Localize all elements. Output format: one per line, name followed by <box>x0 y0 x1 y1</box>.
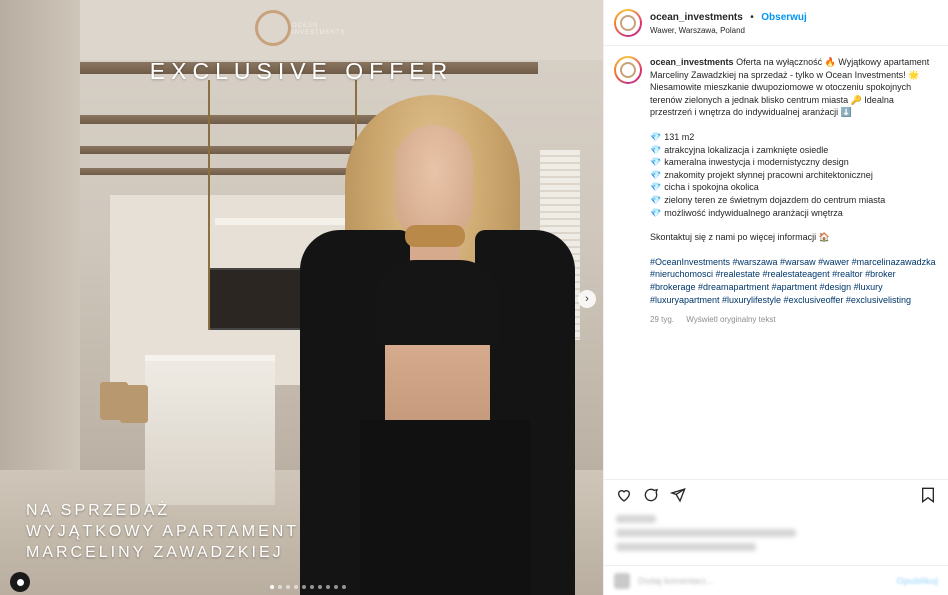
feature-item: 💎 możliwość indywidualnego aranżacji wnęt… <box>650 207 843 218</box>
midriff <box>385 345 490 425</box>
feature-list: 💎 131 m2 💎 atrakcyjna lokalizacja i zamknię… <box>650 131 938 219</box>
carousel-dot <box>286 585 290 589</box>
overlay-line: MARCELINY ZAWADZKIEJ <box>26 544 284 561</box>
separator-dot: • <box>750 11 754 23</box>
username-link[interactable]: ocean_investments <box>650 12 743 23</box>
feature-item: 💎 kameralna inwestycja i modernistyczny d… <box>650 157 849 168</box>
diamond-icon: 💎 <box>650 207 662 218</box>
comment-icon[interactable] <box>643 487 659 503</box>
scene-kitchen-island <box>145 355 275 505</box>
post-header: ocean_investments • Obserwuj Wawer, Wars… <box>604 0 948 46</box>
carousel-dot <box>278 585 282 589</box>
bookmark-icon[interactable] <box>920 487 936 503</box>
caption-intro: ocean_investments Oferta na wyłączność 🔥… <box>650 56 938 119</box>
avatar[interactable] <box>614 8 642 37</box>
instagram-post: OCEAN INVESTMENTS EXCLUSIVE OFFER NA SPR… <box>0 0 948 595</box>
location-link[interactable]: Wawer, Warszawa, Poland <box>650 24 807 37</box>
feature-item: 💎 atrakcyjna lokalizacja i zamknięte osie… <box>650 144 829 155</box>
scene-stool <box>120 385 148 423</box>
caption-meta: 29 tyg. Wyświetl oryginalny tekst <box>650 314 938 327</box>
media-headline: EXCLUSIVE OFFER <box>149 58 454 84</box>
publish-button[interactable]: Opublikuj <box>897 576 939 586</box>
carousel-indicator <box>270 585 346 589</box>
caption-body: ocean_investments Oferta na wyłączność 🔥… <box>650 56 938 479</box>
avatar[interactable] <box>614 56 642 84</box>
emoji-icon[interactable] <box>614 572 630 589</box>
feature-item: 💎 cicha i spokojna okolica <box>650 182 759 193</box>
diamond-icon: 💎 <box>650 182 662 193</box>
crop-top <box>375 260 500 350</box>
diamond-icon: 💎 <box>650 169 662 180</box>
carousel-dot <box>342 585 346 589</box>
face <box>395 125 473 240</box>
diamond-icon: 💎 <box>650 157 662 168</box>
ocean-logo-icon <box>620 62 636 78</box>
carousel-dot <box>326 585 330 589</box>
follow-button[interactable]: Obserwuj <box>761 12 807 23</box>
user-tag-icon <box>16 578 24 586</box>
caption-username[interactable]: ocean_investments <box>650 57 734 67</box>
hashtags[interactable]: #OceanInvestments #warszawa #warsaw #waw… <box>650 256 938 306</box>
diamond-icon: 💎 <box>650 131 662 142</box>
action-bar <box>604 479 948 509</box>
carousel-dot <box>270 585 274 589</box>
carousel-dot <box>318 585 322 589</box>
carousel-dot <box>294 585 298 589</box>
comment-bar: Dodaj komentarz... Opublikuj <box>604 565 948 595</box>
model-figure <box>300 95 575 595</box>
diamond-icon: 💎 <box>650 194 662 205</box>
overlay-line: NA SPRZEDAŻ <box>26 502 171 519</box>
diamond-icon: 💎 <box>650 144 662 155</box>
overlay-line: WYJĄTKOWY APARTAMENT <box>26 523 300 540</box>
feature-item: 💎 zielony teren ze świetnym dojazdem do c… <box>650 194 886 205</box>
trousers <box>360 420 530 595</box>
share-icon[interactable] <box>670 487 686 503</box>
user-tag-button[interactable] <box>10 572 30 592</box>
see-original-link[interactable]: Wyświetl oryginalny tekst <box>686 315 775 324</box>
feature-item: 💎 131 m2 <box>650 131 695 142</box>
choker <box>405 225 465 247</box>
carousel-dot <box>310 585 314 589</box>
media-overlay-text: NA SPRZEDAŻ WYJĄTKOWY APARTAMENT MARCELI… <box>26 500 299 563</box>
caption-contact: Skontaktuj się z nami po więcej informac… <box>650 232 830 243</box>
carousel-dot <box>302 585 306 589</box>
carousel-next-button[interactable]: › <box>578 290 596 308</box>
feature-item: 💎 znakomity projekt słynnej pracowni arch… <box>650 169 873 180</box>
scene-pendant-cord <box>208 80 210 330</box>
header-text: ocean_investments • Obserwuj Wawer, Wars… <box>650 9 807 37</box>
comment-input[interactable]: Dodaj komentarz... <box>638 576 714 586</box>
caption-area: ocean_investments Oferta na wyłączność 🔥… <box>604 46 948 479</box>
timestamp[interactable]: 29 tyg. <box>650 315 674 324</box>
post-media[interactable]: OCEAN INVESTMENTS EXCLUSIVE OFFER NA SPR… <box>0 0 603 595</box>
carousel-dot <box>334 585 338 589</box>
ocean-logo-icon <box>620 14 636 31</box>
post-sidebar: ocean_investments • Obserwuj Wawer, Wars… <box>603 0 948 595</box>
heart-icon[interactable] <box>616 487 632 503</box>
media-brand-text: OCEAN INVESTMENTS <box>292 23 346 36</box>
chevron-right-icon: › <box>585 293 589 305</box>
ocean-logo-icon <box>255 10 291 46</box>
likes-blurred <box>604 509 948 565</box>
